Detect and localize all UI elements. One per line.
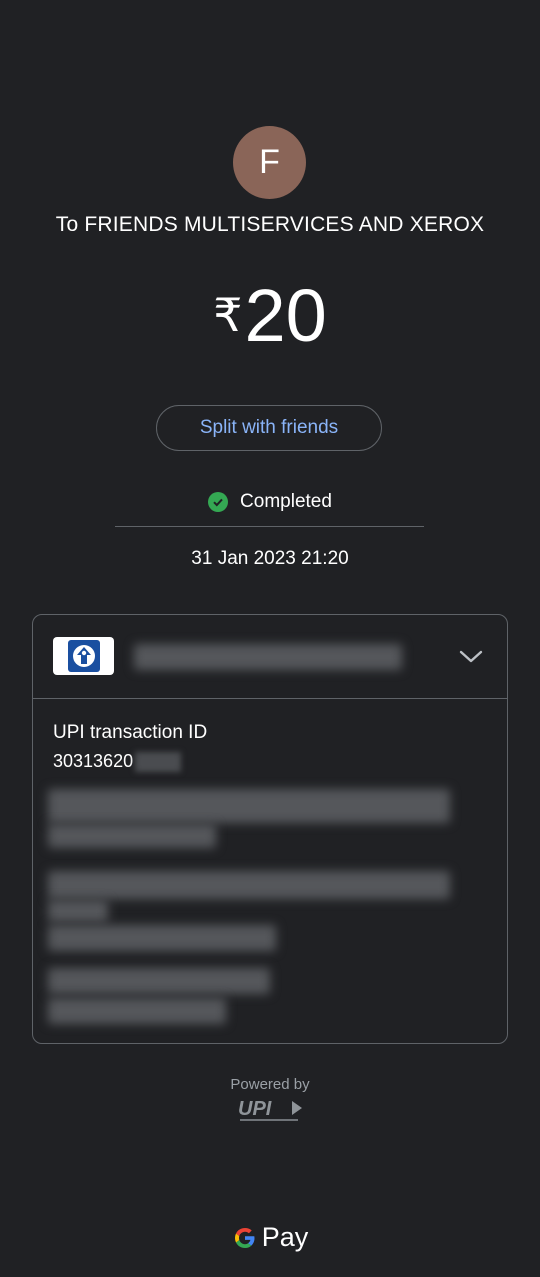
- upi-transaction-id-value: 30313620: [53, 751, 182, 772]
- upi-logo-text: UPI: [238, 1098, 272, 1120]
- powered-by-label: Powered by: [230, 1076, 310, 1093]
- recipient-avatar: F: [233, 126, 306, 199]
- bank-logo-icon: [53, 637, 114, 675]
- check-circle-icon: [208, 492, 229, 512]
- card-divider: [33, 698, 507, 699]
- amount-value: 20: [244, 274, 327, 357]
- upi-transaction-id-label: UPI transaction ID: [53, 722, 208, 743]
- recipient-name: To FRIENDS MULTISERVICES AND XEROX: [55, 213, 485, 236]
- masked-info-block: [48, 968, 270, 994]
- masked-info-block: [48, 871, 450, 899]
- currency-symbol: ₹: [213, 289, 243, 341]
- masked-account-info: [134, 644, 402, 670]
- split-with-friends-button[interactable]: Split with friends: [156, 405, 382, 451]
- google-pay-logo: Pay: [0, 1222, 540, 1253]
- transaction-datetime: 31 Jan 2023 21:20: [191, 548, 349, 569]
- transaction-id-visible: 30313620: [53, 751, 134, 771]
- masked-info-block: [48, 824, 216, 848]
- status-row: Completed: [0, 491, 540, 513]
- status-label: Completed: [240, 491, 332, 512]
- google-g-icon: [234, 1227, 255, 1248]
- masked-info-block: [48, 998, 226, 1024]
- chevron-down-icon[interactable]: [457, 645, 485, 667]
- masked-info-block: [48, 900, 108, 922]
- masked-info-block: [48, 925, 276, 951]
- divider: [115, 526, 424, 527]
- masked-info-block: [48, 789, 450, 823]
- masked-id-suffix: [135, 751, 182, 772]
- upi-logo-icon: UPI: [236, 1096, 306, 1124]
- gpay-text: Pay: [261, 1222, 309, 1252]
- avatar-initial: F: [259, 143, 280, 181]
- payment-amount: ₹ 20: [0, 272, 540, 360]
